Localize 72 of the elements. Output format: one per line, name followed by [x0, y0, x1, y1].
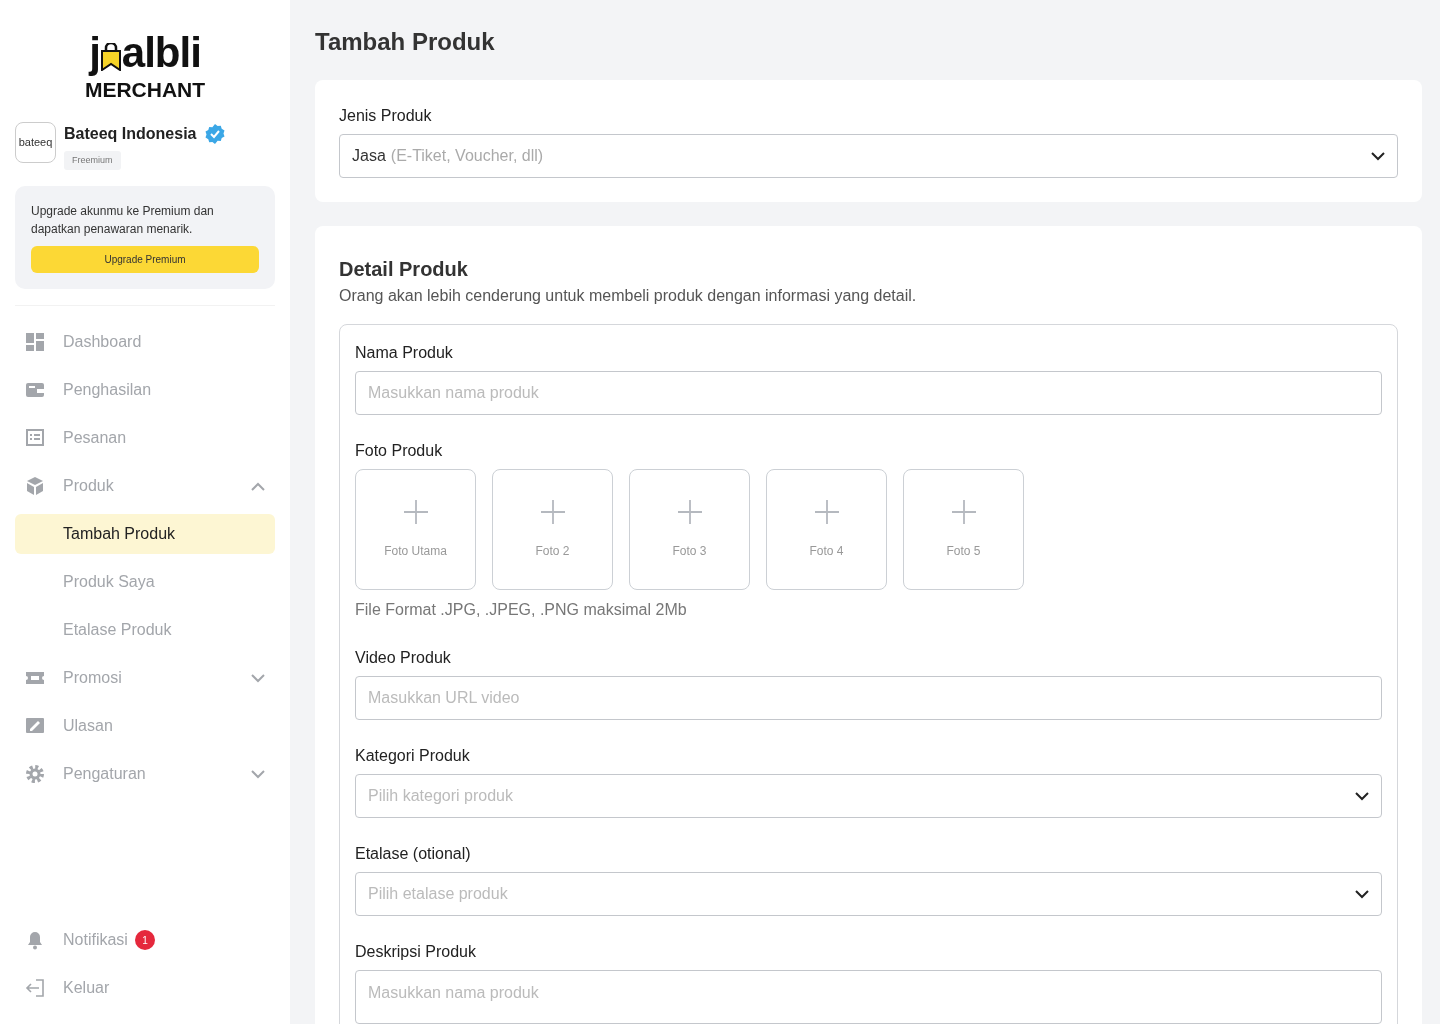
logo-subtitle: MERCHANT	[83, 77, 207, 103]
chevron-icon	[251, 673, 265, 683]
section-title: Detail Produk	[339, 257, 469, 282]
subnav-item[interactable]: Tambah Produk	[15, 514, 275, 554]
nav-label: Dashboard	[63, 332, 142, 352]
field-label: Video Produk	[355, 648, 452, 668]
field-label: Etalase (otional)	[355, 844, 472, 864]
wallet-icon	[25, 380, 45, 400]
upgrade-text: Upgrade akunmu ke Premium dan dapatkan penawaran menarik.	[31, 203, 215, 238]
nav-item[interactable]: Penghasilan	[15, 370, 275, 410]
photo-upload-slot[interactable]: Foto 5	[903, 469, 1024, 590]
store-avatar: bateeq	[15, 121, 56, 163]
field-label: Nama Produk	[355, 343, 454, 363]
field-label: Foto Produk	[355, 441, 444, 461]
textarea-field[interactable]: Masukkan nama produk	[355, 970, 1382, 1024]
format-hint: File Format .JPG, .JPEG, .PNG maksimal 2Mb	[355, 600, 688, 620]
chevron-icon	[1355, 791, 1369, 801]
bell-icon	[25, 930, 45, 950]
plus-icon	[814, 499, 839, 524]
nav-label: Pesanan	[63, 428, 127, 448]
chevron-icon	[251, 481, 265, 491]
input-field[interactable]: Masukkan nama produk	[355, 371, 1382, 415]
field-label: Jenis Produk	[339, 106, 433, 126]
plus-icon	[540, 499, 565, 524]
chevron-icon	[251, 769, 265, 779]
field-label: Kategori Produk	[355, 746, 471, 766]
select-field[interactable]: Pilih kategori produk	[355, 774, 1382, 818]
plus-icon	[403, 499, 428, 524]
nav-item[interactable]: Promosi	[15, 658, 275, 698]
list-icon	[25, 428, 45, 448]
nav-label: Promosi	[63, 668, 122, 688]
nav-label: Produk	[63, 476, 114, 496]
page-title: Tambah Produk	[315, 27, 496, 57]
select-field[interactable]: Pilih etalase produk	[355, 872, 1382, 916]
nav-item[interactable]: Ulasan	[15, 706, 275, 746]
photo-upload-slot[interactable]: Foto 4	[766, 469, 887, 590]
nav-item[interactable]: Dashboard	[15, 322, 275, 362]
subnav-item[interactable]: Produk Saya	[15, 562, 275, 602]
photo-upload-slot[interactable]: Foto 2	[492, 469, 613, 590]
dashboard-icon	[25, 332, 45, 352]
nav-label: Notifikasi	[63, 930, 128, 950]
field-label: Deskripsi Produk	[355, 942, 477, 962]
input-field[interactable]: Masukkan URL video	[355, 676, 1382, 720]
nav-item[interactable]: Notifikasi 1	[15, 920, 275, 960]
nav-label: Ulasan	[63, 716, 113, 736]
type-select[interactable]: Jasa (E-Tiket, Voucher, dll)	[339, 134, 1398, 178]
plus-icon	[677, 499, 702, 524]
store-name: Bateeq Indonesia	[64, 123, 197, 144]
plus-icon	[951, 499, 976, 524]
logout-icon	[25, 978, 45, 998]
chevron-icon	[1355, 889, 1369, 899]
photo-upload-slot[interactable]: Foto 3	[629, 469, 750, 590]
subnav-item[interactable]: Etalase Produk	[15, 610, 275, 650]
nav-label: Penghasilan	[63, 380, 152, 400]
count-badge: 1	[134, 930, 155, 950]
section-subtitle: Orang akan lebih cenderung untuk membeli produk dengan informasi yang detail.	[339, 286, 918, 306]
nav-item[interactable]: Pengaturan	[15, 754, 275, 794]
logo-text: albli	[121, 32, 201, 74]
plan-tag: Freemium	[64, 150, 121, 170]
nav-item[interactable]: Keluar	[15, 968, 275, 1008]
review-icon	[25, 716, 45, 736]
nav-item[interactable]: Pesanan	[15, 418, 275, 458]
logo-text: j	[89, 32, 100, 74]
settings-icon	[25, 764, 45, 784]
chevron-icon	[1371, 151, 1385, 161]
bag-icon	[99, 43, 122, 71]
nav-label: Pengaturan	[63, 764, 146, 784]
photo-upload-slot[interactable]: Foto Utama	[355, 469, 476, 590]
nav-label: Keluar	[63, 978, 110, 998]
upgrade-button[interactable]: Upgrade Premium	[31, 246, 259, 273]
nav-item[interactable]: Produk	[15, 466, 275, 506]
box-icon	[25, 476, 45, 496]
